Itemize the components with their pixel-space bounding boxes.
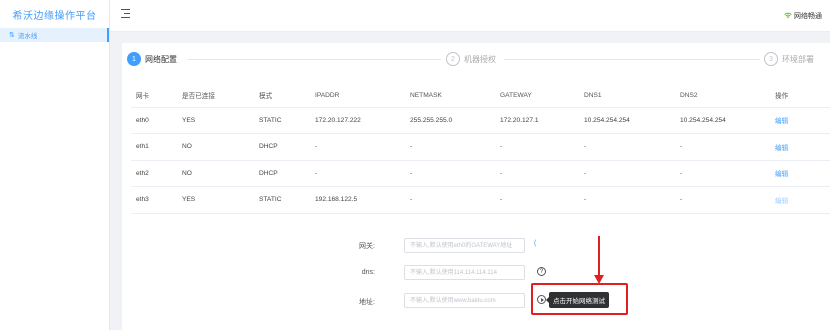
cell-nic: eth0 <box>131 107 177 134</box>
step-label: 网络配置 <box>145 54 177 64</box>
column-header: 模式 <box>254 84 310 108</box>
nic-table: 网卡 是否已连接 模式 IPADDR NETMASK GATEWAY DNS1 … <box>131 84 830 214</box>
edit-link-disabled[interactable]: 编辑 <box>775 198 788 205</box>
cell-nic: eth2 <box>131 160 177 187</box>
wifi-icon <box>784 12 792 21</box>
gateway-input[interactable] <box>404 238 525 253</box>
edit-link[interactable]: 编辑 <box>775 145 788 152</box>
table-row: eth1 NO DHCP - - - - - 编辑 <box>131 133 830 161</box>
main-panel: 1 网络配置 2 机器授权 3 环境部署 网卡 是否已连接 模式 IPADDR … <box>122 43 830 330</box>
cell-mode: DHCP <box>254 133 310 161</box>
column-header: IPADDR <box>310 84 405 108</box>
column-header: NETMASK <box>405 84 495 108</box>
cell-gateway: 172.20.127.1 <box>495 107 579 134</box>
step-label: 环境部署 <box>782 54 814 64</box>
table-header-row: 网卡 是否已连接 模式 IPADDR NETMASK GATEWAY DNS1 … <box>131 84 830 108</box>
cell-mode: STATIC <box>254 107 310 134</box>
table-row: eth3 YES STATIC 192.168.122.5 - - - - 编辑 <box>131 186 830 214</box>
cell-connected: NO <box>177 160 254 187</box>
cell-netmask: - <box>405 186 495 214</box>
cell-mode: DHCP <box>254 160 310 187</box>
cell-ipaddr: - <box>310 133 405 161</box>
edit-link[interactable]: 编辑 <box>775 171 788 178</box>
pipeline-icon: ⇅ <box>9 32 15 39</box>
cell-dns1: - <box>579 133 675 161</box>
top-header: 网络畅通 <box>110 0 830 32</box>
column-header: GATEWAY <box>495 84 579 108</box>
column-header: 是否已连接 <box>177 84 254 108</box>
step-connector <box>504 59 760 60</box>
column-header: 操作 <box>770 84 830 108</box>
column-header: 网卡 <box>131 84 177 108</box>
step-connector <box>188 59 441 60</box>
sidebar-item-pipeline[interactable]: ⇅ 流水线 <box>0 28 109 42</box>
cell-netmask: - <box>405 133 495 161</box>
step-machine-auth[interactable]: 2 机器授权 <box>446 52 496 66</box>
cell-connected: YES <box>177 107 254 134</box>
cell-ipaddr: - <box>310 160 405 187</box>
menu-fold-icon[interactable] <box>121 9 130 18</box>
step-number: 1 <box>127 52 141 66</box>
step-number: 2 <box>446 52 460 66</box>
cell-gateway: - <box>495 186 579 214</box>
cell-dns1: - <box>579 186 675 214</box>
cell-dns1: - <box>579 160 675 187</box>
dns-input[interactable] <box>404 265 525 280</box>
gateway-label: 网关: <box>359 243 375 250</box>
edit-link[interactable]: 编辑 <box>775 118 788 125</box>
network-status: 网络畅通 <box>784 11 822 21</box>
annotation-arrow-line <box>598 236 600 278</box>
address-input[interactable] <box>404 293 525 308</box>
cell-netmask: - <box>405 160 495 187</box>
cell-dns2: 10.254.254.254 <box>675 107 770 134</box>
step-env-deploy[interactable]: 3 环境部署 <box>764 52 814 66</box>
cell-nic: eth1 <box>131 133 177 161</box>
cell-netmask: 255.255.255.0 <box>405 107 495 134</box>
network-status-label: 网络畅通 <box>794 13 822 20</box>
cell-ipaddr: 192.168.122.5 <box>310 186 405 214</box>
annotation-highlight-box <box>531 283 628 315</box>
cell-connected: YES <box>177 186 254 214</box>
cell-dns2: - <box>675 160 770 187</box>
table-row: eth2 NO DHCP - - - - - 编辑 <box>131 160 830 187</box>
sidebar: 希沃边缘操作平台 ⇅ 流水线 <box>0 0 110 330</box>
steps-bar: 1 网络配置 2 机器授权 3 环境部署 <box>122 43 830 73</box>
step-number: 3 <box>764 52 778 66</box>
gateway-hint-icon[interactable]: ( <box>534 240 539 249</box>
brand-title: 希沃边缘操作平台 <box>12 10 97 22</box>
cell-dns1: 10.254.254.254 <box>579 107 675 134</box>
sidebar-item-label: 流水线 <box>17 33 38 40</box>
cell-gateway: - <box>495 133 579 161</box>
cell-dns2: - <box>675 133 770 161</box>
column-header: DNS2 <box>675 84 770 108</box>
cell-dns2: - <box>675 186 770 214</box>
cell-gateway: - <box>495 160 579 187</box>
cell-nic: eth3 <box>131 186 177 214</box>
address-label: 地址: <box>359 299 375 306</box>
step-label: 机器授权 <box>464 54 496 64</box>
dns-label: dns: <box>361 269 375 276</box>
cell-ipaddr: 172.20.127.222 <box>310 107 405 134</box>
column-header: DNS1 <box>579 84 675 108</box>
question-icon[interactable]: ? <box>537 267 546 276</box>
table-row: eth0 YES STATIC 172.20.127.222 255.255.2… <box>131 107 830 134</box>
cell-connected: NO <box>177 133 254 161</box>
step-network-config[interactable]: 1 网络配置 <box>127 52 177 66</box>
cell-mode: STATIC <box>254 186 310 214</box>
